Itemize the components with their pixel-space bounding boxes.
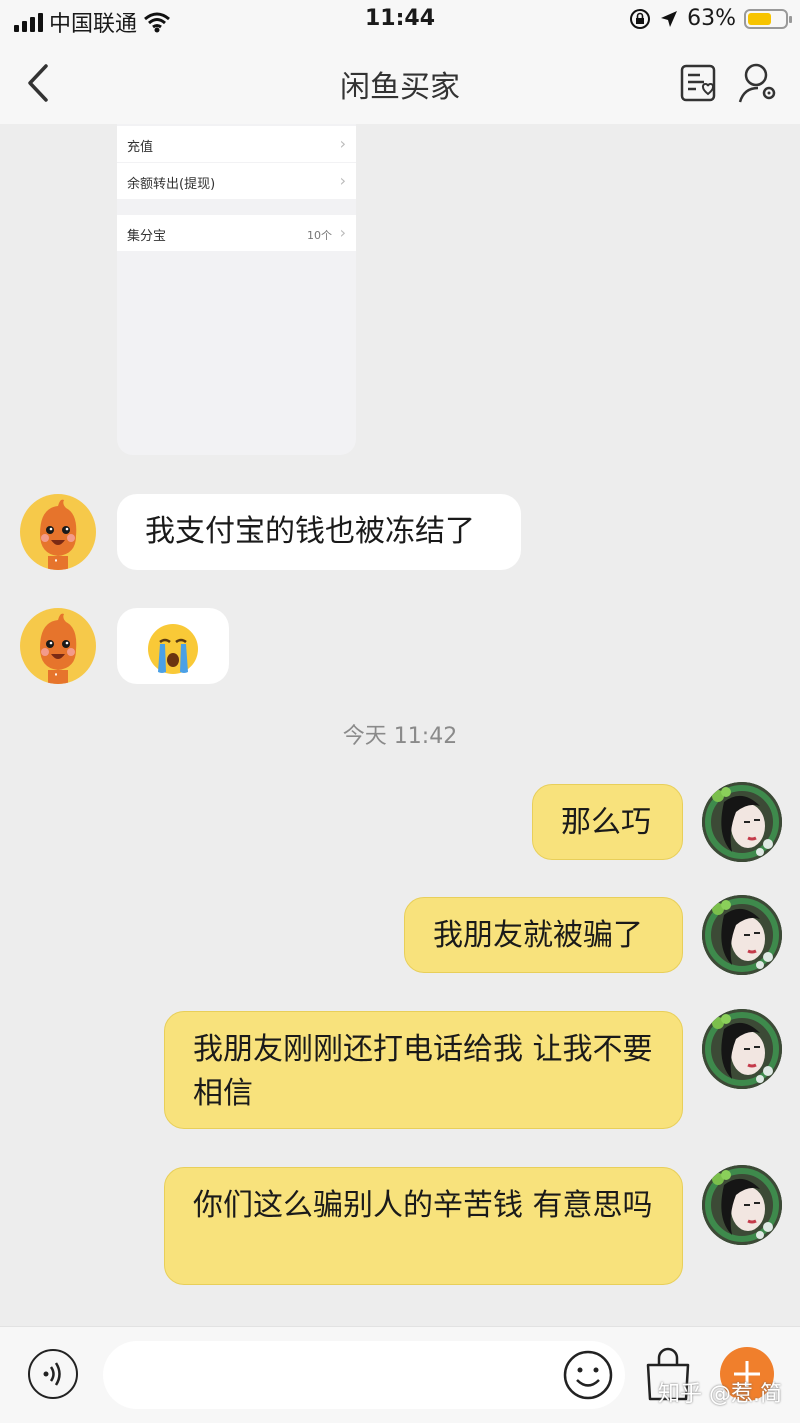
profile-photo-icon xyxy=(702,1009,782,1089)
orientation-lock-icon xyxy=(630,8,651,29)
chevron-right-icon: › xyxy=(339,134,346,153)
battery-fill xyxy=(748,12,771,25)
my-avatar[interactable] xyxy=(702,1009,782,1089)
message-text: 我朋友刚刚还打电话给我 让我不要相信 xyxy=(193,1032,653,1111)
seller-avatar[interactable] xyxy=(20,494,96,570)
message-bubble-incoming[interactable]: 我支付宝的钱也被冻结了 xyxy=(117,494,521,570)
message-text: 我朋友就被骗了 xyxy=(433,918,643,953)
screenshot-image-message[interactable]: 充值 › 余额转出(提现) › 集分宝 10个 › xyxy=(117,124,356,455)
message-bubble-outgoing[interactable]: 你们这么骗别人的辛苦钱 有意思吗 xyxy=(164,1167,683,1285)
crying-face-emoji-icon xyxy=(148,624,198,674)
emoji-icon[interactable] xyxy=(562,1349,614,1401)
user-settings-icon[interactable] xyxy=(738,60,782,106)
watermark: 知乎 @惹.简 xyxy=(658,1382,782,1407)
profile-photo-icon xyxy=(702,1165,782,1245)
message-bubble-incoming[interactable] xyxy=(117,608,229,684)
screenshot-row: 充值 › xyxy=(117,126,356,162)
mascot-avatar-icon xyxy=(40,499,77,570)
screenshot-row-label: 集分宝 xyxy=(127,229,167,244)
voice-button[interactable] xyxy=(28,1349,78,1399)
message-input[interactable] xyxy=(103,1341,625,1409)
profile-photo-icon xyxy=(702,782,782,862)
chevron-right-icon: › xyxy=(339,223,346,242)
location-icon xyxy=(661,10,678,27)
message-bubble-outgoing[interactable]: 那么巧 xyxy=(532,784,683,860)
screenshot-row-count: 10个 xyxy=(307,229,332,242)
screenshot-row: 集分宝 10个 › xyxy=(117,215,356,251)
message-text: 那么巧 xyxy=(561,805,651,840)
status-bar: 中国联通 11:44 63% xyxy=(0,0,800,44)
order-note-icon[interactable] xyxy=(678,60,722,106)
battery-icon xyxy=(744,8,792,29)
screenshot-row-label: 充值 xyxy=(127,140,154,155)
timestamp-divider: 今天 11:42 xyxy=(342,724,458,749)
profile-photo-icon xyxy=(702,895,782,975)
screenshot-row-label: 余额转出(提现) xyxy=(127,177,216,192)
seller-avatar[interactable] xyxy=(20,608,96,684)
message-bubble-outgoing[interactable]: 我朋友刚刚还打电话给我 让我不要相信 xyxy=(164,1011,683,1129)
my-avatar[interactable] xyxy=(702,1165,782,1245)
mascot-avatar-icon xyxy=(40,613,77,684)
my-avatar[interactable] xyxy=(702,782,782,862)
message-text: 我支付宝的钱也被冻结了 xyxy=(145,514,475,549)
nav-bar: 闲鱼买家 xyxy=(0,44,800,124)
message-text: 你们这么骗别人的辛苦钱 有意思吗 xyxy=(193,1188,653,1223)
voice-icon xyxy=(43,1362,61,1386)
chevron-right-icon: › xyxy=(339,171,346,190)
my-avatar[interactable] xyxy=(702,895,782,975)
battery-percent: 63% xyxy=(687,6,736,31)
input-bar xyxy=(0,1326,800,1423)
message-bubble-outgoing[interactable]: 我朋友就被骗了 xyxy=(404,897,683,973)
status-right: 63% xyxy=(629,6,792,31)
screenshot-row: 余额转出(提现) › xyxy=(117,163,356,199)
